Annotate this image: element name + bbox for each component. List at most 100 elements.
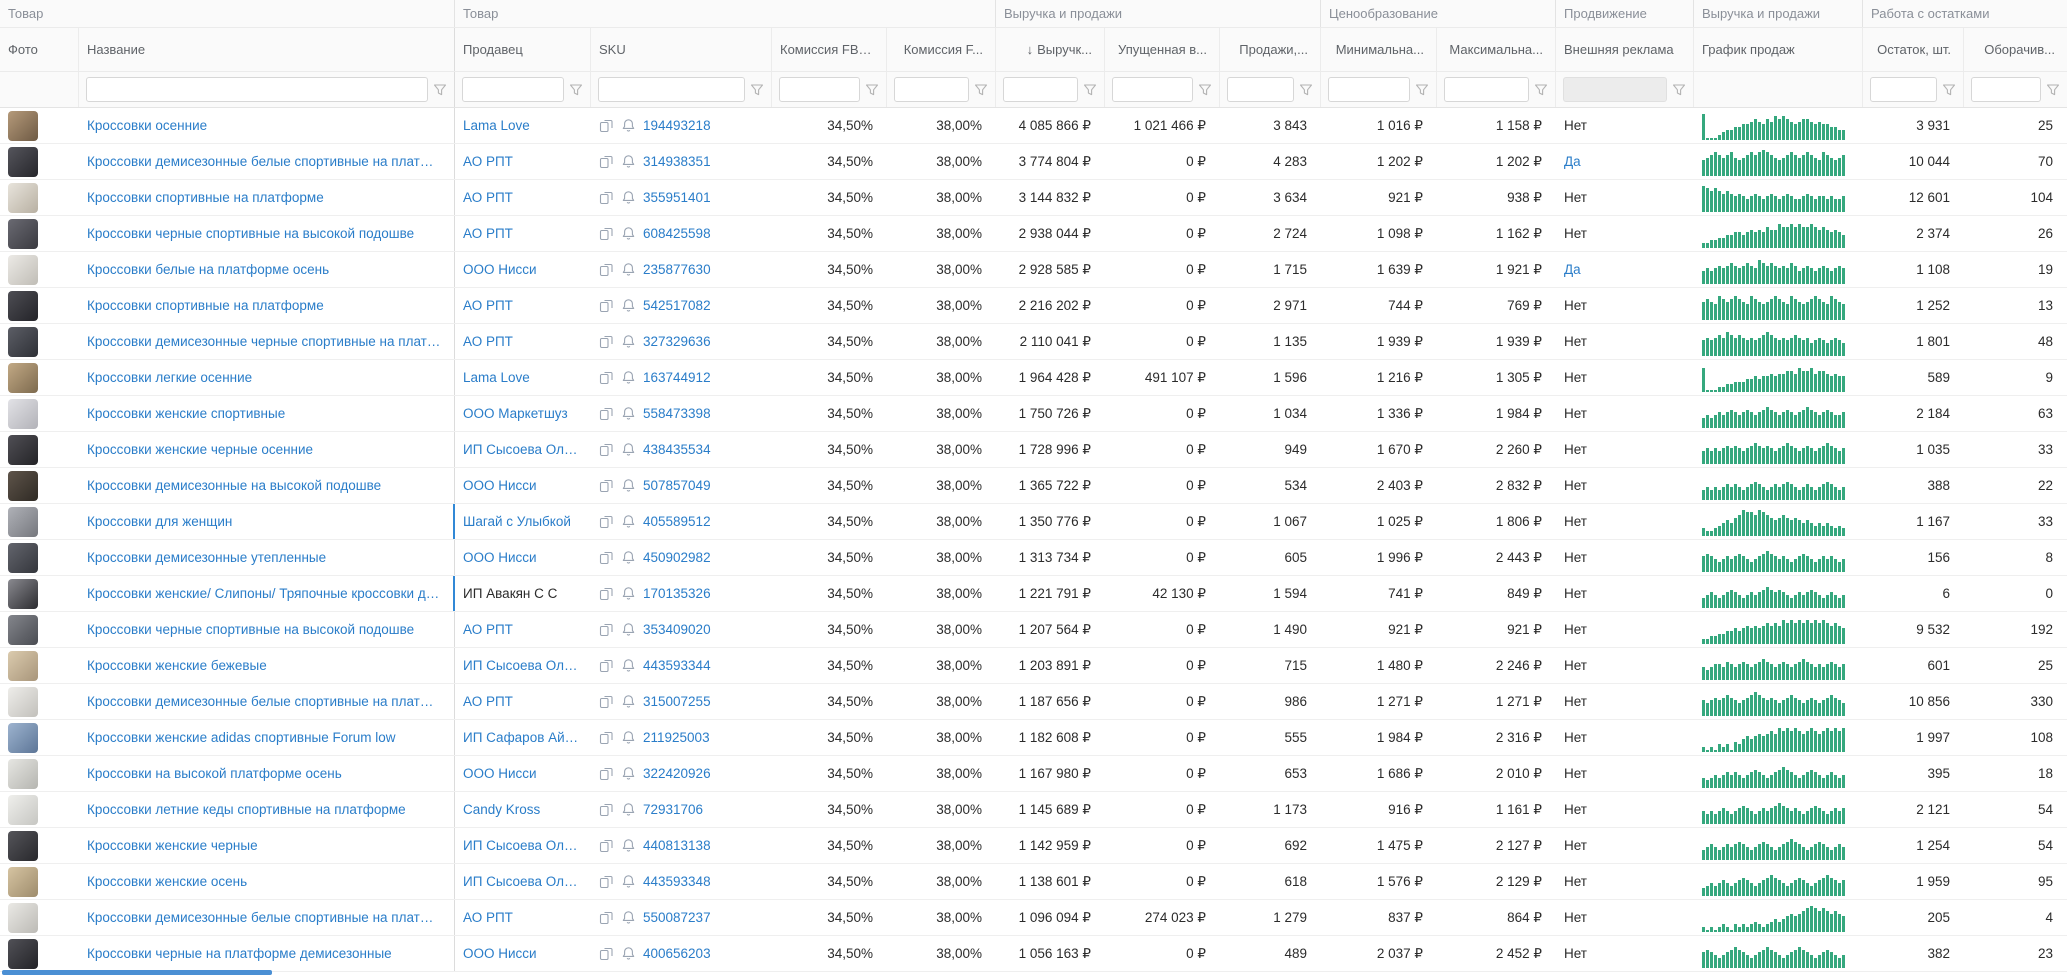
seller-link[interactable]: Candy Kross	[463, 802, 540, 817]
sku-link[interactable]: 355951401	[643, 190, 711, 205]
filter-input-sku[interactable]	[598, 77, 745, 102]
filter-funnel-icon[interactable]	[1415, 83, 1429, 97]
sales-sparkline[interactable]	[1702, 400, 1845, 428]
compare-icon[interactable]	[599, 226, 614, 241]
seller-link[interactable]: АО РПТ	[463, 622, 513, 637]
seller-link[interactable]: ИП Авакян С С	[463, 586, 557, 601]
seller-link[interactable]: ИП Сафаров Айн...	[463, 730, 579, 745]
seller-link[interactable]: ИП Сысоева Ольга	[463, 838, 579, 853]
compare-icon[interactable]	[599, 262, 614, 277]
bell-icon[interactable]	[621, 370, 636, 385]
column-header-stock[interactable]: Остаток, шт.	[1863, 28, 1964, 71]
bell-icon[interactable]	[621, 226, 636, 241]
bell-icon[interactable]	[621, 838, 636, 853]
product-photo[interactable]	[8, 542, 38, 573]
bell-icon[interactable]	[621, 406, 636, 421]
filter-input-external-ads[interactable]	[1563, 77, 1667, 102]
product-photo[interactable]	[8, 758, 38, 789]
column-header-photo[interactable]: Фото	[0, 28, 79, 71]
column-header-turnover[interactable]: Оборачив...	[1964, 28, 2067, 71]
product-photo[interactable]	[8, 398, 38, 429]
external-ads-value[interactable]: Да	[1564, 154, 1581, 169]
bell-icon[interactable]	[621, 298, 636, 313]
compare-icon[interactable]	[599, 658, 614, 673]
product-photo[interactable]	[8, 434, 38, 465]
bell-icon[interactable]	[621, 586, 636, 601]
product-photo[interactable]	[8, 578, 38, 609]
product-photo[interactable]	[8, 290, 38, 321]
filter-funnel-icon[interactable]	[1672, 83, 1686, 97]
bell-icon[interactable]	[621, 550, 636, 565]
sku-link[interactable]: 443593348	[643, 874, 711, 889]
sku-link[interactable]: 314938351	[643, 154, 711, 169]
sales-sparkline[interactable]	[1702, 220, 1845, 248]
filter-input-fbs-commission[interactable]	[894, 77, 969, 102]
product-photo[interactable]	[8, 506, 38, 537]
compare-icon[interactable]	[599, 550, 614, 565]
filter-funnel-icon[interactable]	[1198, 83, 1212, 97]
filter-funnel-icon[interactable]	[865, 83, 879, 97]
sales-sparkline[interactable]	[1702, 616, 1845, 644]
seller-link[interactable]: АО РПТ	[463, 154, 513, 169]
sales-sparkline[interactable]	[1702, 796, 1845, 824]
seller-link[interactable]: ИП Сысоева Ольга	[463, 442, 579, 457]
filter-funnel-icon[interactable]	[1083, 83, 1097, 97]
filter-input-min-price[interactable]	[1328, 77, 1410, 102]
product-name-link[interactable]: Кроссовки демисезонные на высокой подошв…	[87, 478, 381, 493]
compare-icon[interactable]	[599, 118, 614, 133]
product-name-link[interactable]: Кроссовки женские черные осенние	[87, 442, 313, 457]
filter-input-lost-revenue[interactable]	[1112, 77, 1193, 102]
bell-icon[interactable]	[621, 730, 636, 745]
column-header-min-price[interactable]: Минимальна...	[1321, 28, 1437, 71]
sku-link[interactable]: 170135326	[643, 586, 711, 601]
sku-link[interactable]: 72931706	[643, 802, 703, 817]
sales-sparkline[interactable]	[1702, 436, 1845, 464]
compare-icon[interactable]	[599, 442, 614, 457]
sales-sparkline[interactable]	[1702, 580, 1845, 608]
sales-sparkline[interactable]	[1702, 688, 1845, 716]
column-header-sku[interactable]: SKU	[591, 28, 772, 71]
product-name-link[interactable]: Кроссовки черные спортивные на высокой п…	[87, 622, 414, 637]
product-photo[interactable]	[8, 254, 38, 285]
product-name-link[interactable]: Кроссовки спортивные на платформе	[87, 298, 324, 313]
product-photo[interactable]	[8, 794, 38, 825]
sku-link[interactable]: 443593344	[643, 658, 711, 673]
product-photo[interactable]	[8, 110, 38, 141]
sales-sparkline[interactable]	[1702, 544, 1845, 572]
product-photo[interactable]	[8, 830, 38, 861]
sku-link[interactable]: 450902982	[643, 550, 711, 565]
filter-input-turnover[interactable]	[1971, 77, 2041, 102]
bell-icon[interactable]	[621, 334, 636, 349]
compare-icon[interactable]	[599, 334, 614, 349]
sku-link[interactable]: 163744912	[643, 370, 711, 385]
compare-icon[interactable]	[599, 370, 614, 385]
bell-icon[interactable]	[621, 946, 636, 961]
compare-icon[interactable]	[599, 586, 614, 601]
seller-link[interactable]: Lama Love	[463, 118, 530, 133]
sales-sparkline[interactable]	[1702, 832, 1845, 860]
sales-sparkline[interactable]	[1702, 256, 1845, 284]
sku-link[interactable]: 235877630	[643, 262, 711, 277]
product-photo[interactable]	[8, 902, 38, 933]
sku-link[interactable]: 550087237	[643, 910, 711, 925]
sales-sparkline[interactable]	[1702, 184, 1845, 212]
sales-sparkline[interactable]	[1702, 328, 1845, 356]
product-name-link[interactable]: Кроссовки женские/ Слипоны/ Тряпочные кр…	[87, 586, 441, 601]
product-name-link[interactable]: Кроссовки женские осень	[87, 874, 247, 889]
sku-link[interactable]: 405589512	[643, 514, 711, 529]
column-header-sales-chart[interactable]: График продаж	[1694, 28, 1863, 71]
sales-sparkline[interactable]	[1702, 148, 1845, 176]
column-header-lost-revenue[interactable]: Упущенная в...	[1105, 28, 1220, 71]
filter-funnel-icon[interactable]	[2046, 83, 2060, 97]
column-header-seller[interactable]: Продавец	[455, 28, 591, 71]
sales-sparkline[interactable]	[1702, 364, 1845, 392]
sku-link[interactable]: 327329636	[643, 334, 711, 349]
bell-icon[interactable]	[621, 478, 636, 493]
product-name-link[interactable]: Кроссовки демисезонные белые спортивные …	[87, 910, 442, 925]
bell-icon[interactable]	[621, 622, 636, 637]
bell-icon[interactable]	[621, 190, 636, 205]
sku-link[interactable]: 315007255	[643, 694, 711, 709]
product-photo[interactable]	[8, 470, 38, 501]
product-name-link[interactable]: Кроссовки демисезонные черные спортивные…	[87, 334, 442, 349]
seller-link[interactable]: ООО Нисси	[463, 946, 537, 961]
